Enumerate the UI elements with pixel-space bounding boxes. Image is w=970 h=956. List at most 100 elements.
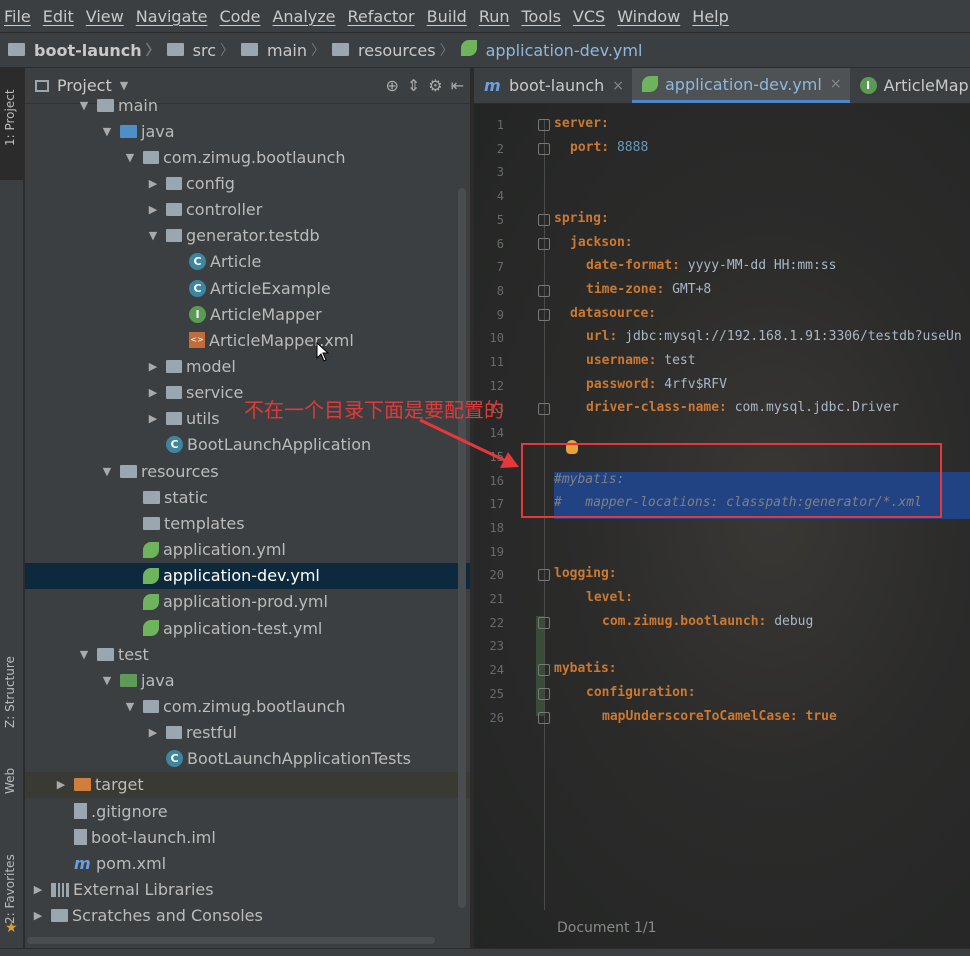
tool-tab-web[interactable]: Web [0,758,24,818]
fold-marker-icon[interactable] [538,119,550,131]
code-line[interactable]: driver-class-name: com.mysql.jdbc.Driver [554,400,899,415]
menu-build[interactable]: Build [427,7,475,26]
breadcrumb-item[interactable]: application-dev.yml [460,40,642,60]
tree-item[interactable]: ▶ restful [25,720,470,746]
tree-item[interactable]: application-prod.yml [25,589,470,615]
tree-item[interactable]: ▼ java [25,667,470,693]
tree-item[interactable]: ▶ config [25,170,470,196]
tree-item[interactable]: ▼ main [25,92,470,118]
tree-item[interactable]: boot-launch.iml [25,824,470,850]
fold-marker-icon[interactable] [538,237,550,250]
tool-tab-project[interactable]: 1: Project [0,68,24,180]
collapse-arrow-icon[interactable]: ▶ [146,386,160,399]
code-line[interactable]: configuration: [554,685,696,700]
collapse-arrow-icon[interactable]: ▶ [54,778,68,791]
menu-edit[interactable]: Edit [43,7,82,26]
code-line[interactable]: logging: [554,566,617,581]
tree-item[interactable]: templates [25,510,470,536]
code-line[interactable]: username: test [554,353,696,368]
fold-marker-icon[interactable] [538,308,550,321]
tree-item[interactable]: C ArticleExample [25,275,470,301]
tree-item[interactable]: C Article [25,249,470,275]
collapse-arrow-icon[interactable]: ▶ [146,177,160,190]
tree-item[interactable]: ▶ model [25,354,470,380]
expand-arrow-icon[interactable]: ▼ [100,125,114,138]
horizontal-scrollbar[interactable] [27,937,435,944]
editor-tab[interactable]: IArticleMapper [850,68,970,103]
fold-marker-icon[interactable] [538,403,550,416]
fold-marker-icon[interactable] [538,664,550,677]
editor-tab[interactable]: application-dev.yml × [631,68,850,103]
code-line[interactable]: mybatis: [554,661,617,676]
expand-arrow-icon[interactable]: ▼ [123,700,137,713]
tree-item[interactable]: I ArticleMapper [25,301,470,327]
code-line[interactable]: jackson: [554,235,633,250]
menu-window[interactable]: Window [617,7,688,26]
fold-marker-icon[interactable] [538,213,550,226]
code-line[interactable]: spring: [554,211,609,226]
tree-item[interactable]: application-dev.yml [25,562,470,589]
code-line[interactable]: date-format: yyyy-MM-dd HH:mm:ss [554,258,836,273]
menu-help[interactable]: Help [692,7,736,26]
code-line[interactable]: com.zimug.bootlaunch: debug [554,614,813,629]
expand-arrow-icon[interactable]: ▼ [146,229,160,242]
tree-item[interactable]: <> ArticleMapper.xml [25,327,470,353]
breadcrumb-item[interactable]: boot-launch 〉 [8,40,167,60]
expand-arrow-icon[interactable]: ▼ [123,151,137,164]
collapse-arrow-icon[interactable]: ▶ [31,883,45,896]
fold-marker-icon[interactable] [538,711,550,724]
menu-file[interactable]: File [4,7,39,26]
vertical-scrollbar[interactable] [458,188,466,908]
menu-code[interactable]: Code [220,7,269,26]
breadcrumb-item[interactable]: resources 〉 [332,40,461,60]
menu-navigate[interactable]: Navigate [136,7,216,26]
tree-item[interactable]: ▶ controller [25,197,470,223]
tree-item[interactable]: ▶ Scratches and Consoles [25,903,470,929]
tree-item[interactable]: ▼ generator.testdb [25,223,470,249]
breadcrumb-item[interactable]: main 〉 [241,40,332,60]
code-line[interactable]: level: [554,590,633,605]
expand-arrow-icon[interactable]: ▼ [100,465,114,478]
menu-analyze[interactable]: Analyze [272,7,343,26]
code-line[interactable]: datasource: [554,306,656,321]
collapse-arrow-icon[interactable]: ▶ [146,412,160,425]
menu-tools[interactable]: Tools [522,7,569,26]
expand-arrow-icon[interactable]: ▼ [77,99,91,112]
code-line[interactable]: url: jdbc:mysql://192.168.1.91:3306/test… [554,329,962,344]
tree-item[interactable]: C BootLaunchApplication [25,432,470,458]
code-line[interactable]: port: 8888 [554,140,648,155]
tree-item[interactable]: ▼ com.zimug.bootlaunch [25,693,470,719]
editor-tab[interactable]: m boot-launch × [474,68,632,103]
tree-item[interactable]: .gitignore [25,798,470,824]
collapse-arrow-icon[interactable]: ▶ [146,203,160,216]
tree-item[interactable]: ▼ com.zimug.bootlaunch [25,144,470,170]
expand-arrow-icon[interactable]: ▼ [77,648,91,661]
menu-refactor[interactable]: Refactor [348,7,423,26]
close-icon[interactable]: × [830,76,842,92]
tree-item[interactable]: ▼ java [25,118,470,144]
tree-item[interactable]: C BootLaunchApplicationTests [25,746,470,772]
fold-marker-icon[interactable] [538,569,550,582]
fold-marker-icon[interactable] [538,284,550,297]
collapse-arrow-icon[interactable]: ▶ [31,909,45,922]
code-line[interactable]: mapUnderscoreToCamelCase: true [554,709,837,724]
code-line[interactable]: password: 4rfv$RFV [554,377,727,392]
collapse-arrow-icon[interactable]: ▶ [146,360,160,373]
breadcrumb-item[interactable]: src 〉 [166,40,241,60]
menu-vcs[interactable]: VCS [573,7,613,26]
tree-item[interactable]: application.yml [25,537,470,563]
menu-view[interactable]: View [86,7,132,26]
tree-item[interactable]: ▼ resources [25,458,470,484]
tree-item[interactable]: application-test.yml [25,615,470,641]
tree-item[interactable]: static [25,484,470,510]
chevron-down-icon[interactable]: ▼ [120,79,128,92]
fold-marker-icon[interactable] [538,142,550,155]
code-line[interactable]: time-zone: GMT+8 [554,282,711,297]
code-line[interactable]: server: [554,116,609,131]
fold-marker-icon[interactable] [538,616,550,629]
tool-tab-structure[interactable]: Z: Structure [0,628,24,738]
collapse-arrow-icon[interactable]: ▶ [146,726,160,739]
expand-arrow-icon[interactable]: ▼ [100,674,114,687]
tree-item[interactable]: ▶ target [25,771,470,798]
tree-item[interactable]: ▶ External Libraries [25,877,470,903]
